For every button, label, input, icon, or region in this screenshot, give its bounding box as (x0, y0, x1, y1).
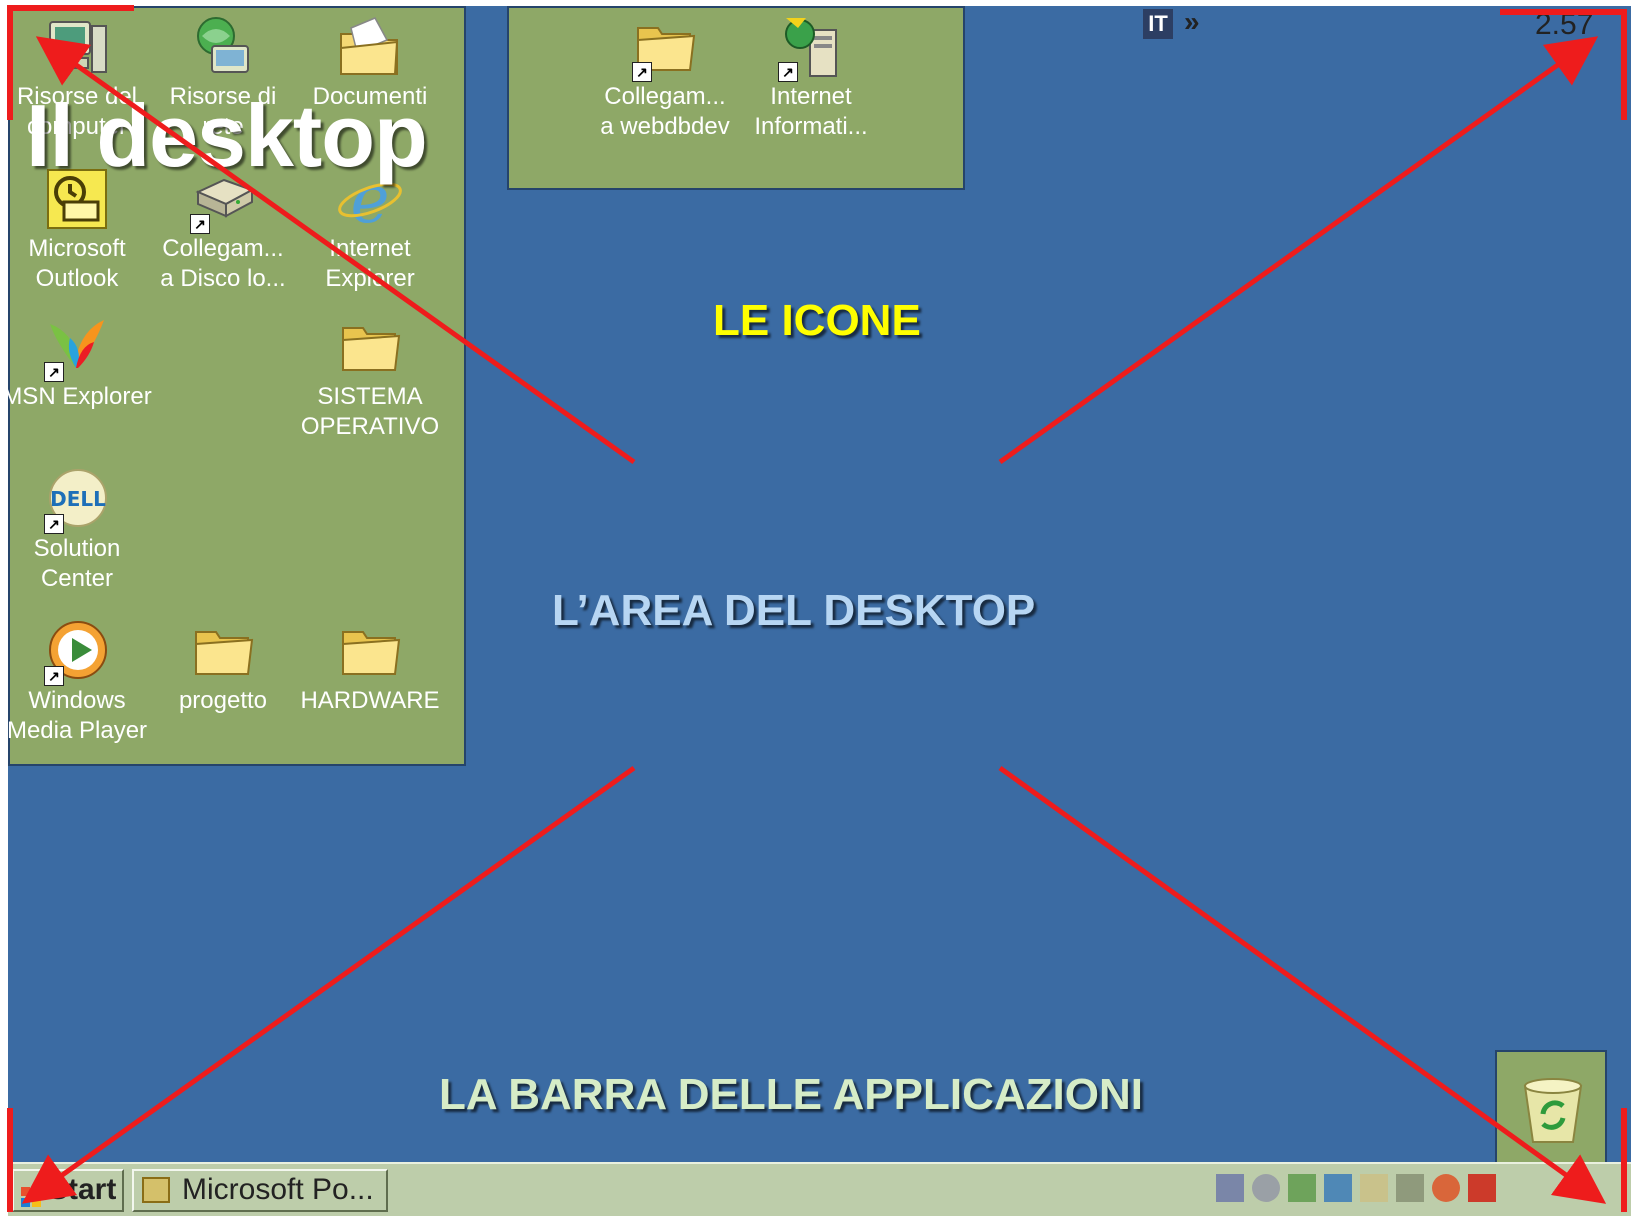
dell-solution-center-icon: DELL ↗ (42, 464, 112, 534)
display-icon[interactable] (1360, 1174, 1388, 1202)
antivirus-icon[interactable] (1432, 1174, 1460, 1202)
my-documents-icon (335, 12, 405, 82)
folder-icon (335, 616, 405, 686)
taskbar-clock[interactable]: 2.57 (1535, 8, 1593, 42)
desktop-icons-panel-top: ↗ Collegam... a webdbdev ↗ Internet Info… (507, 6, 965, 190)
my-computer-icon (42, 12, 112, 82)
shortcut-arrow-icon: ↗ (632, 62, 652, 82)
shortcut-arrow-icon: ↗ (44, 362, 64, 382)
callout-desktop-area: L’AREA DEL DESKTOP (552, 586, 1036, 635)
desktop-icon-msn-explorer[interactable]: ↗ MSN Explorer (2, 312, 152, 412)
callout-taskbar: LA BARRA DELLE APPLICAZIONI (439, 1070, 1143, 1119)
desktop-icon-hardware[interactable]: HARDWARE (295, 616, 445, 716)
desktop-icon-windows-media-player[interactable]: ↗ Windows Media Player (2, 616, 152, 746)
language-indicator[interactable]: IT (1143, 9, 1173, 39)
svg-text:DELL: DELL (50, 487, 106, 511)
windows-media-player-icon: ↗ (42, 616, 112, 686)
network-places-icon (188, 12, 258, 82)
security-alert-icon[interactable] (1468, 1174, 1496, 1202)
windows-logo-icon (20, 1180, 42, 1207)
speaker-icon[interactable] (1252, 1174, 1280, 1202)
recycle-bin-icon (1515, 1070, 1591, 1148)
desktop-icon-webdbdev-shortcut[interactable]: ↗ Collegam... a webdbdev (590, 12, 740, 142)
folder-icon (188, 616, 258, 686)
taskbar-button-powerpoint[interactable]: Microsoft Po... (132, 1169, 388, 1212)
network-status-icon[interactable] (1288, 1174, 1316, 1202)
powerpoint-icon (142, 1177, 170, 1203)
system-tray (1216, 1172, 1516, 1206)
start-button[interactable]: Start (12, 1169, 124, 1212)
desktop-icon-iis-manager[interactable]: ↗ Internet Informati... (736, 12, 886, 142)
folder-icon (335, 312, 405, 382)
slide-title: Il desktop (26, 86, 428, 185)
desktop-icon-sistema-operativo[interactable]: SISTEMA OPERATIVO (295, 312, 445, 442)
network-connection-icon[interactable] (1324, 1174, 1352, 1202)
desktop-icon-dell-solution-center[interactable]: DELL ↗ Solution Center (2, 464, 152, 594)
shortcut-arrow-icon: ↗ (44, 666, 64, 686)
shortcut-arrow-icon: ↗ (44, 514, 64, 534)
msn-explorer-icon: ↗ (42, 312, 112, 382)
modem-icon[interactable] (1396, 1174, 1424, 1202)
tray-chevron-icon[interactable]: » (1184, 6, 1200, 38)
start-button-label: Start (48, 1173, 117, 1206)
iis-manager-icon: ↗ (776, 12, 846, 82)
shortcut-arrow-icon: ↗ (778, 62, 798, 82)
folder-shortcut-icon: ↗ (630, 12, 700, 82)
network-disconnected-icon[interactable] (1216, 1174, 1244, 1202)
callout-icons: LE ICONE (713, 296, 921, 345)
shortcut-arrow-icon: ↗ (190, 214, 210, 234)
desktop-icon-recycle-bin[interactable] (1495, 1050, 1607, 1165)
desktop-icon-progetto[interactable]: progetto (148, 616, 298, 716)
taskbar-button-label: Microsoft Po... (182, 1173, 374, 1206)
